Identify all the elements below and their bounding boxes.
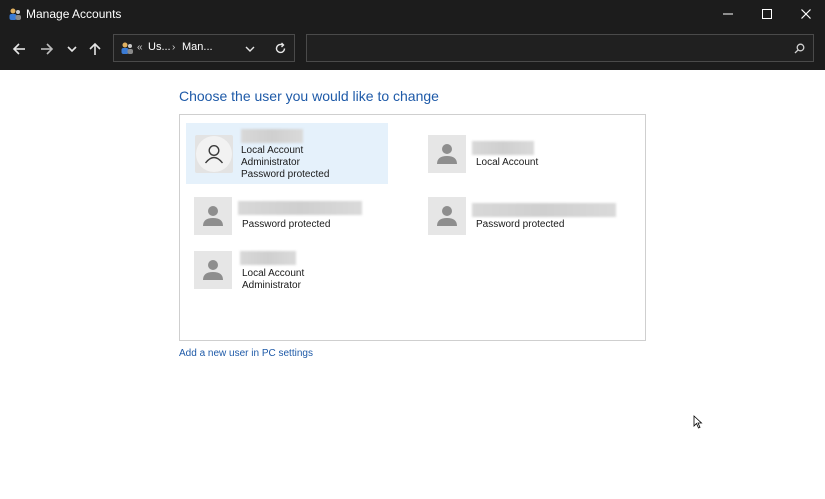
account-name-redacted [240,251,296,265]
refresh-icon[interactable] [274,42,287,55]
navigation-bar: « Us... › Man... [0,28,825,70]
page-title: Choose the user you would like to change [179,88,439,104]
avatar [428,197,466,235]
minimize-icon [723,13,733,15]
user-icon [203,260,223,280]
avatar [428,135,466,173]
add-user-link[interactable]: Add a new user in PC settings [179,348,313,359]
account-password-label: Password protected [241,169,330,180]
close-icon [801,9,811,19]
account-tile[interactable]: Local Account Administrator [190,249,380,299]
minimize-button[interactable] [709,0,747,28]
main-content: Choose the user you would like to change… [0,70,825,499]
account-tile[interactable]: Local Account Administrator Password pro… [186,123,388,184]
arrow-right-icon [41,43,54,55]
chevron-down-icon[interactable] [245,44,255,54]
back-button[interactable] [8,38,30,60]
address-bar[interactable]: « Us... › Man... [113,34,295,62]
forward-button[interactable] [36,38,58,60]
chevron-down-icon [67,46,77,53]
account-type-label: Local Account [242,268,305,279]
recent-locations-button[interactable] [61,38,83,60]
user-icon [437,144,457,164]
account-name-redacted [472,203,616,217]
users-icon [9,8,21,20]
breadcrumb-item-user-accounts[interactable]: Us... [148,41,171,53]
avatar [194,251,232,289]
user-icon [203,206,223,226]
up-button[interactable] [84,38,106,60]
account-name-redacted [472,141,534,155]
window-title: Manage Accounts [26,7,122,21]
mouse-pointer-icon [693,415,703,429]
accounts-panel: Local Account Administrator Password pro… [179,114,646,341]
account-tile[interactable]: Password protected [190,195,380,239]
close-button[interactable] [787,0,825,28]
users-icon [121,42,133,54]
account-password-label: Password protected [476,219,565,230]
account-name-redacted [241,129,303,143]
account-password-label: Password protected [242,219,331,230]
account-tile[interactable]: Local Account [424,133,614,177]
maximize-button[interactable] [748,0,786,28]
arrow-left-icon [12,43,25,55]
user-outline-icon [196,136,232,172]
breadcrumb-overflow[interactable]: « [137,42,143,53]
title-bar: Manage Accounts [0,0,825,28]
arrow-up-icon [89,42,101,55]
user-icon [437,206,457,226]
account-type-label: Local Account [241,145,304,156]
breadcrumb-separator: › [172,42,176,53]
avatar [194,197,232,235]
account-type-label: Local Account [476,157,539,168]
avatar [195,135,233,173]
search-icon [794,43,805,54]
account-role-label: Administrator [241,157,300,168]
account-name-redacted [238,201,362,215]
maximize-icon [762,9,772,19]
breadcrumb-item-manage-accounts[interactable]: Man... [182,41,213,53]
account-tile[interactable]: Password protected [424,195,624,239]
account-role-label: Administrator [242,280,301,291]
search-input[interactable] [306,34,814,62]
